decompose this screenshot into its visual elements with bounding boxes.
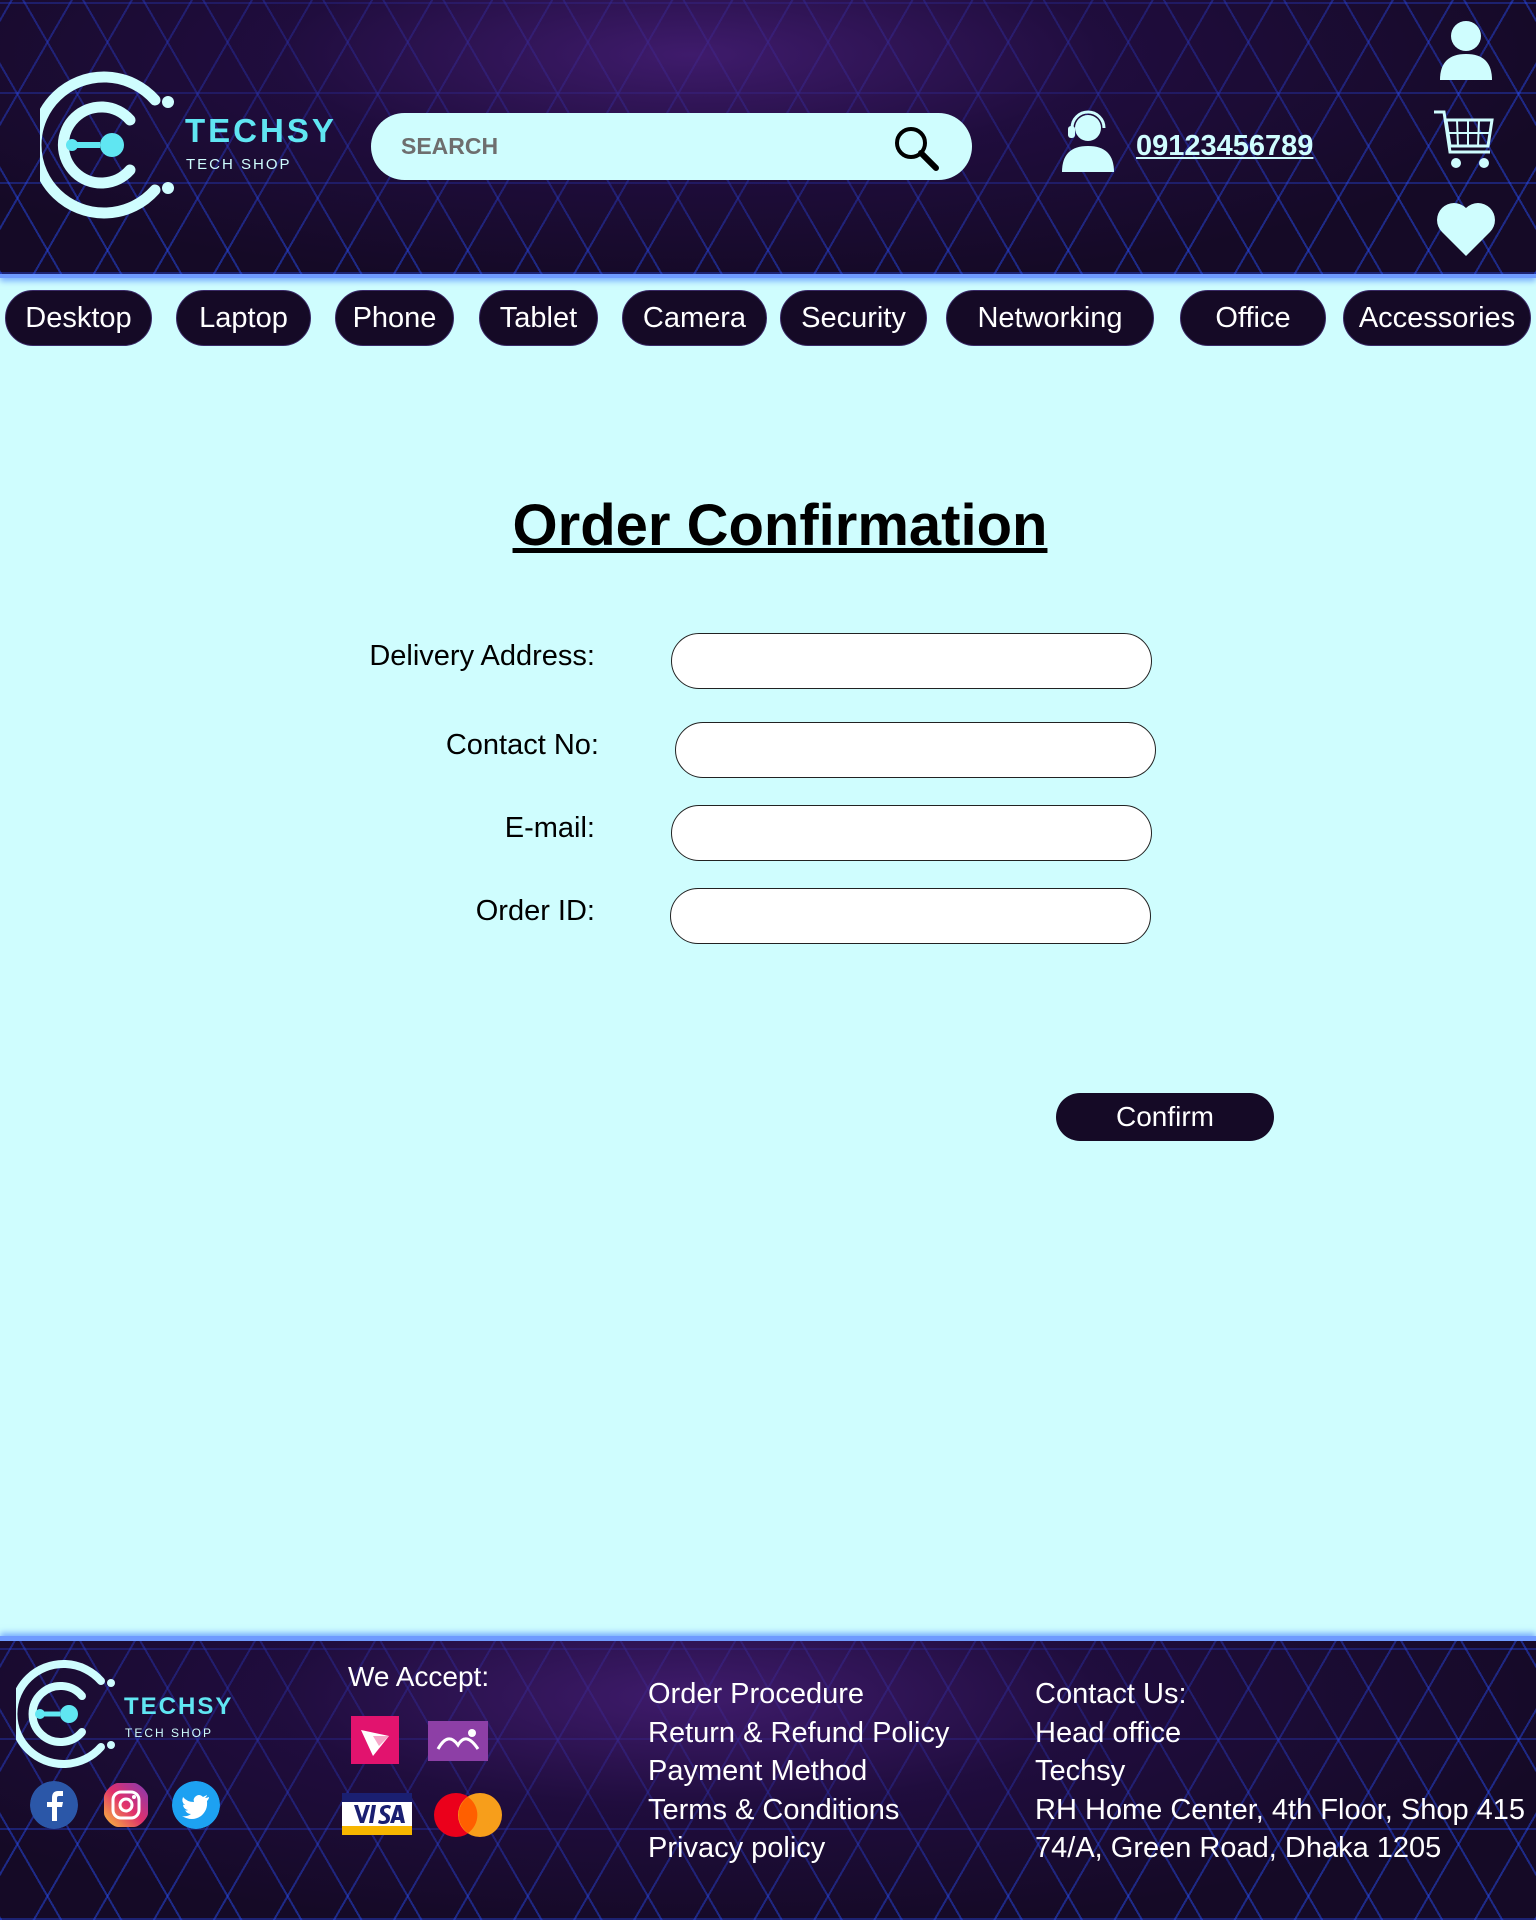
brand-name: TECHSY — [185, 112, 337, 149]
nav-item-networking[interactable]: Networking — [946, 290, 1154, 346]
contact-no-input[interactable] — [675, 722, 1156, 778]
logo-mark-icon — [9, 1660, 115, 1768]
footer-link-return-refund[interactable]: Return & Refund Policy — [648, 1714, 949, 1753]
footer-brand-tagline: TECH SHOP — [125, 1726, 214, 1740]
contact-address-line1: RH Home Center, 4th Floor, Shop 415 — [1035, 1793, 1526, 1826]
support-phone-link[interactable]: 09123456789 — [1136, 130, 1313, 163]
delivery-address-label: Delivery Address: — [369, 640, 595, 672]
nav-item-camera[interactable]: Camera — [622, 290, 767, 346]
wishlist-heart-icon[interactable] — [1436, 200, 1496, 258]
contact-no-label: Contact No: — [445, 729, 599, 761]
facebook-icon[interactable] — [30, 1781, 78, 1829]
order-id-label: Order ID: — [475, 895, 595, 927]
footer-brand-name: TECHSY — [124, 1693, 234, 1720]
we-accept-label: We Accept: — [348, 1661, 490, 1692]
visa-logo-icon — [342, 1793, 412, 1835]
cart-icon[interactable] — [1432, 108, 1496, 172]
nav-item-desktop[interactable]: Desktop — [5, 290, 152, 346]
nav-item-security[interactable]: Security — [780, 290, 927, 346]
logo-mark-icon — [40, 71, 174, 219]
twitter-icon[interactable] — [172, 1781, 220, 1829]
contact-office-label: Head office — [1035, 1716, 1182, 1749]
contact-address-line2: 74/A, Green Road, Dhaka 1205 — [1035, 1832, 1442, 1864]
nav-item-laptop[interactable]: Laptop — [176, 290, 311, 346]
footer-logo[interactable]: TECHSY TECH SHOP — [9, 1659, 246, 1769]
techsy-logo[interactable]: TECHSY TECH SHOP — [40, 70, 340, 220]
site-header: TECHSY TECH SHOP 09123456789 — [0, 0, 1536, 278]
footer-link-order-procedure[interactable]: Order Procedure — [648, 1675, 949, 1714]
footer-links: Order Procedure Return & Refund Policy P… — [648, 1675, 949, 1868]
footer-link-privacy[interactable]: Privacy policy — [648, 1829, 949, 1868]
brand-tagline: TECH SHOP — [186, 156, 292, 173]
instagram-icon[interactable] — [102, 1781, 150, 1829]
search-bar — [371, 113, 972, 180]
nav-item-office[interactable]: Office — [1180, 290, 1326, 346]
email-input[interactable] — [671, 805, 1152, 861]
nav-item-phone[interactable]: Phone — [335, 290, 454, 346]
footer-link-terms[interactable]: Terms & Conditions — [648, 1791, 949, 1830]
customer-support-icon — [1062, 110, 1114, 172]
site-footer: TECHSY TECH SHOP We Accept: Order Proced… — [0, 1636, 1536, 1920]
contact-heading: Contact Us: — [1035, 1678, 1187, 1710]
search-icon[interactable] — [891, 123, 941, 173]
footer-link-payment-method[interactable]: Payment Method — [648, 1752, 949, 1791]
contact-company: Techsy — [1035, 1755, 1126, 1787]
bkash-logo-icon — [351, 1716, 399, 1764]
nav-item-accessories[interactable]: Accessories — [1343, 290, 1531, 346]
category-nav: Desktop Laptop Phone Tablet Camera Secur… — [0, 290, 1536, 348]
delivery-address-input[interactable] — [671, 633, 1152, 689]
footer-contact: Contact Us: Head office Techsy RH Home C… — [1035, 1675, 1525, 1868]
mastercard-logo-icon — [434, 1793, 502, 1837]
rocket-logo-icon — [428, 1721, 488, 1761]
nav-item-tablet[interactable]: Tablet — [479, 290, 598, 346]
page-title: Order Confirmation — [512, 493, 1048, 558]
user-account-icon[interactable] — [1438, 20, 1494, 80]
confirm-button[interactable]: Confirm — [1056, 1093, 1274, 1141]
order-id-input[interactable] — [670, 888, 1151, 944]
email-label: E-mail: — [504, 812, 595, 844]
search-input[interactable] — [401, 113, 881, 180]
